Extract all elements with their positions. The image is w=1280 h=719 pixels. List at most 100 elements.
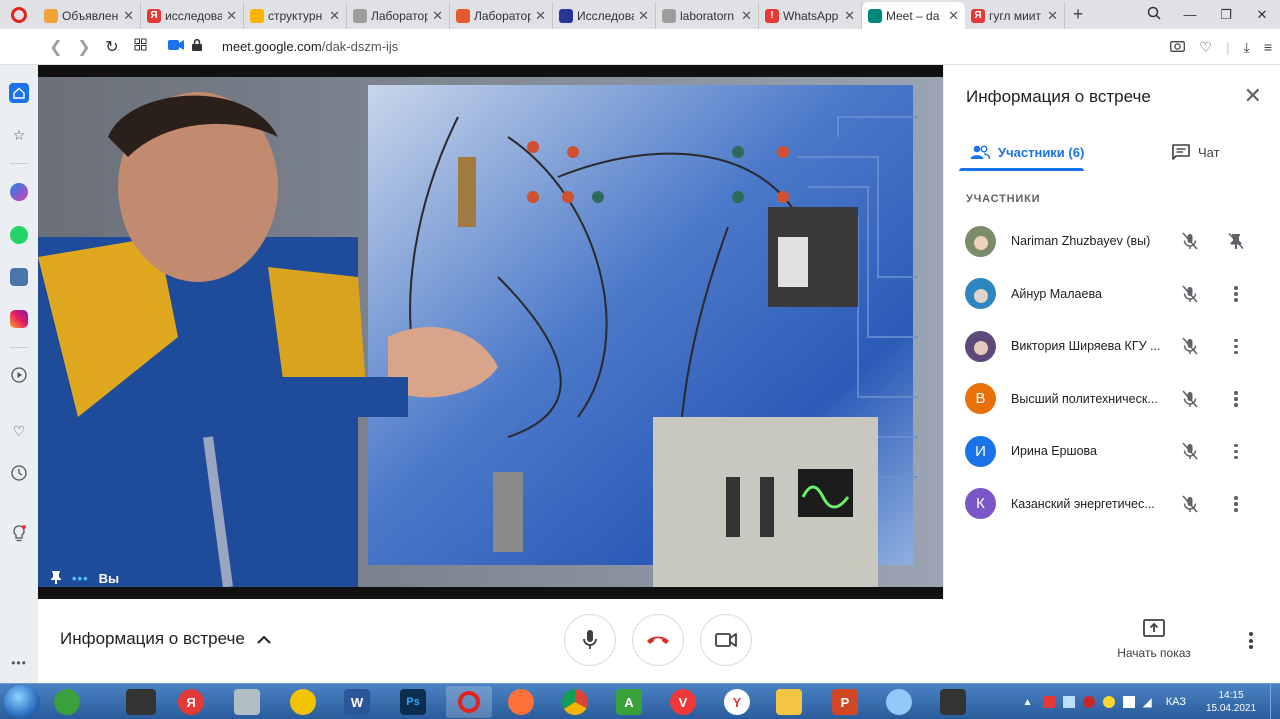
close-tab-icon[interactable]: ✕: [1047, 8, 1058, 24]
main-video[interactable]: ••• Вы: [38, 65, 943, 599]
my-flow-heart-icon[interactable]: ♡: [9, 421, 29, 441]
participant-more-options-icon[interactable]: [1226, 336, 1246, 356]
messenger-icon[interactable]: [9, 182, 29, 202]
lock-icon[interactable]: [192, 38, 202, 56]
participant-row[interactable]: К Казанский энергетичес...: [944, 478, 1280, 531]
url-text[interactable]: meet.google.com/dak-dszm-ijs: [222, 39, 398, 54]
instagram-icon[interactable]: [9, 309, 29, 329]
browser-tab[interactable]: Исследова ✕: [553, 2, 656, 29]
close-tab-icon[interactable]: ✕: [844, 8, 855, 24]
history-clock-icon[interactable]: [9, 463, 29, 483]
back-icon[interactable]: ❮: [42, 37, 70, 57]
close-window-icon[interactable]: ✕: [1244, 7, 1280, 23]
participant-row[interactable]: И Ирина Ершова: [944, 425, 1280, 478]
archicad-app[interactable]: [280, 686, 326, 718]
participant-row[interactable]: В Высший политехническ...: [944, 373, 1280, 426]
restore-icon[interactable]: ❐: [1208, 7, 1244, 23]
close-tab-icon[interactable]: ✕: [123, 8, 134, 24]
unpin-icon[interactable]: [1227, 232, 1245, 250]
firefox-app[interactable]: [498, 686, 544, 718]
ie-torrent-app[interactable]: [44, 686, 90, 718]
present-now-button[interactable]: Начать показ: [1104, 619, 1204, 660]
pin-icon[interactable]: [50, 570, 62, 587]
show-hidden-icons-icon[interactable]: ▲: [1023, 697, 1033, 708]
participant-row[interactable]: Виктория Ширяева КГУ ...: [944, 320, 1280, 373]
participant-more-options-icon[interactable]: [1226, 389, 1246, 409]
participant-more-options-icon[interactable]: [1226, 494, 1246, 514]
bookmarks-star-icon[interactable]: ☆: [9, 125, 29, 145]
green-a-app[interactable]: A: [606, 686, 652, 718]
browser-tab[interactable]: Ягугл миит ✕: [965, 2, 1065, 29]
photoshop-app[interactable]: Ps: [390, 686, 436, 718]
close-tab-icon[interactable]: ✕: [432, 8, 443, 24]
forward-icon[interactable]: ❯: [70, 37, 98, 57]
player-icon[interactable]: [9, 365, 29, 385]
sidebar-more-icon[interactable]: •••: [9, 653, 29, 673]
tab-chat[interactable]: Чат: [1172, 131, 1220, 173]
browser-tab[interactable]: ! WhatsApp ✕: [759, 2, 862, 29]
powerpoint-app[interactable]: P: [822, 686, 868, 718]
close-tab-icon[interactable]: ✕: [948, 8, 959, 24]
clock[interactable]: 14:15 15.04.2021: [1200, 689, 1262, 715]
browser-tab[interactable]: структурн ✕: [244, 2, 347, 29]
easy-setup-icon[interactable]: ≡: [1264, 39, 1272, 55]
browser-tab[interactable]: Яисследова ✕: [141, 2, 244, 29]
close-panel-icon[interactable]: ✕: [1244, 83, 1262, 109]
close-tab-icon[interactable]: ✕: [638, 8, 649, 24]
opera-menu-button[interactable]: [0, 0, 38, 29]
leave-call-button[interactable]: [632, 614, 684, 666]
browser-tab[interactable]: Meet – da ✕: [862, 2, 965, 29]
opera-app[interactable]: [446, 686, 492, 718]
language-indicator[interactable]: КАЗ: [1166, 696, 1186, 708]
download-icon[interactable]: ⤓: [1244, 39, 1250, 56]
browser-tab[interactable]: Лаборатор ✕: [347, 2, 450, 29]
vivaldi-app[interactable]: V: [660, 686, 706, 718]
participant-more-options-icon[interactable]: [1226, 441, 1246, 461]
browser-tab[interactable]: laboratorn ✕: [656, 2, 759, 29]
explorer-app[interactable]: [766, 686, 812, 718]
close-tab-icon[interactable]: ✕: [329, 8, 340, 24]
yandex-app[interactable]: Я: [168, 686, 214, 718]
magnifier-app[interactable]: [876, 686, 922, 718]
minimize-icon[interactable]: —: [1172, 7, 1208, 22]
chrome-app[interactable]: [552, 686, 598, 718]
speed-dial-icon[interactable]: [126, 38, 154, 56]
search-tabs-icon[interactable]: [1136, 6, 1172, 23]
tray-app-icon[interactable]: [1042, 696, 1055, 708]
home-icon[interactable]: [9, 83, 29, 103]
network-icon[interactable]: [1122, 696, 1135, 708]
snapshot-camera-icon[interactable]: [1170, 39, 1186, 55]
close-tab-icon[interactable]: ✕: [741, 8, 752, 24]
show-desktop-button[interactable]: [1270, 684, 1280, 719]
more-options-button[interactable]: [1246, 632, 1256, 652]
close-tab-icon[interactable]: ✕: [535, 8, 546, 24]
vk-icon[interactable]: [9, 267, 29, 287]
tray-shield-icon[interactable]: [1082, 696, 1095, 708]
participant-row[interactable]: Айнур Малаева: [944, 268, 1280, 321]
close-tab-icon[interactable]: ✕: [226, 8, 237, 24]
camera-in-use-icon[interactable]: [168, 38, 184, 56]
start-button[interactable]: [4, 685, 40, 719]
new-tab-button[interactable]: +: [1065, 2, 1091, 29]
yandex-browser-app[interactable]: Y: [714, 686, 760, 718]
media-app[interactable]: [118, 686, 164, 718]
reload-icon[interactable]: ↻: [98, 37, 126, 57]
tray-yellow-icon[interactable]: [1102, 696, 1115, 708]
word-app[interactable]: W: [334, 686, 380, 718]
camera-button[interactable]: [700, 614, 752, 666]
tray-monitor-icon[interactable]: [1062, 696, 1075, 708]
tab-favicon-icon: [353, 8, 367, 23]
participant-row[interactable]: Nariman Zhuzbayev (вы): [944, 215, 1280, 268]
browser-tab[interactable]: Лаборатор ✕: [450, 2, 553, 29]
bookmark-heart-icon[interactable]: ♡: [1199, 39, 1212, 56]
participant-more-options-icon[interactable]: [1226, 284, 1246, 304]
tab-participants[interactable]: Участники (6): [970, 131, 1084, 173]
whatsapp-icon[interactable]: [9, 225, 29, 245]
lightbulb-icon[interactable]: [9, 523, 29, 543]
browser-tab[interactable]: Объявления ✕: [38, 2, 141, 29]
microphone-button[interactable]: [564, 614, 616, 666]
volume-icon[interactable]: ◢: [1143, 695, 1152, 709]
calculator-app[interactable]: [224, 686, 270, 718]
meeting-info-button[interactable]: Информация о встрече: [60, 629, 271, 649]
video-editor-app[interactable]: [930, 686, 976, 718]
